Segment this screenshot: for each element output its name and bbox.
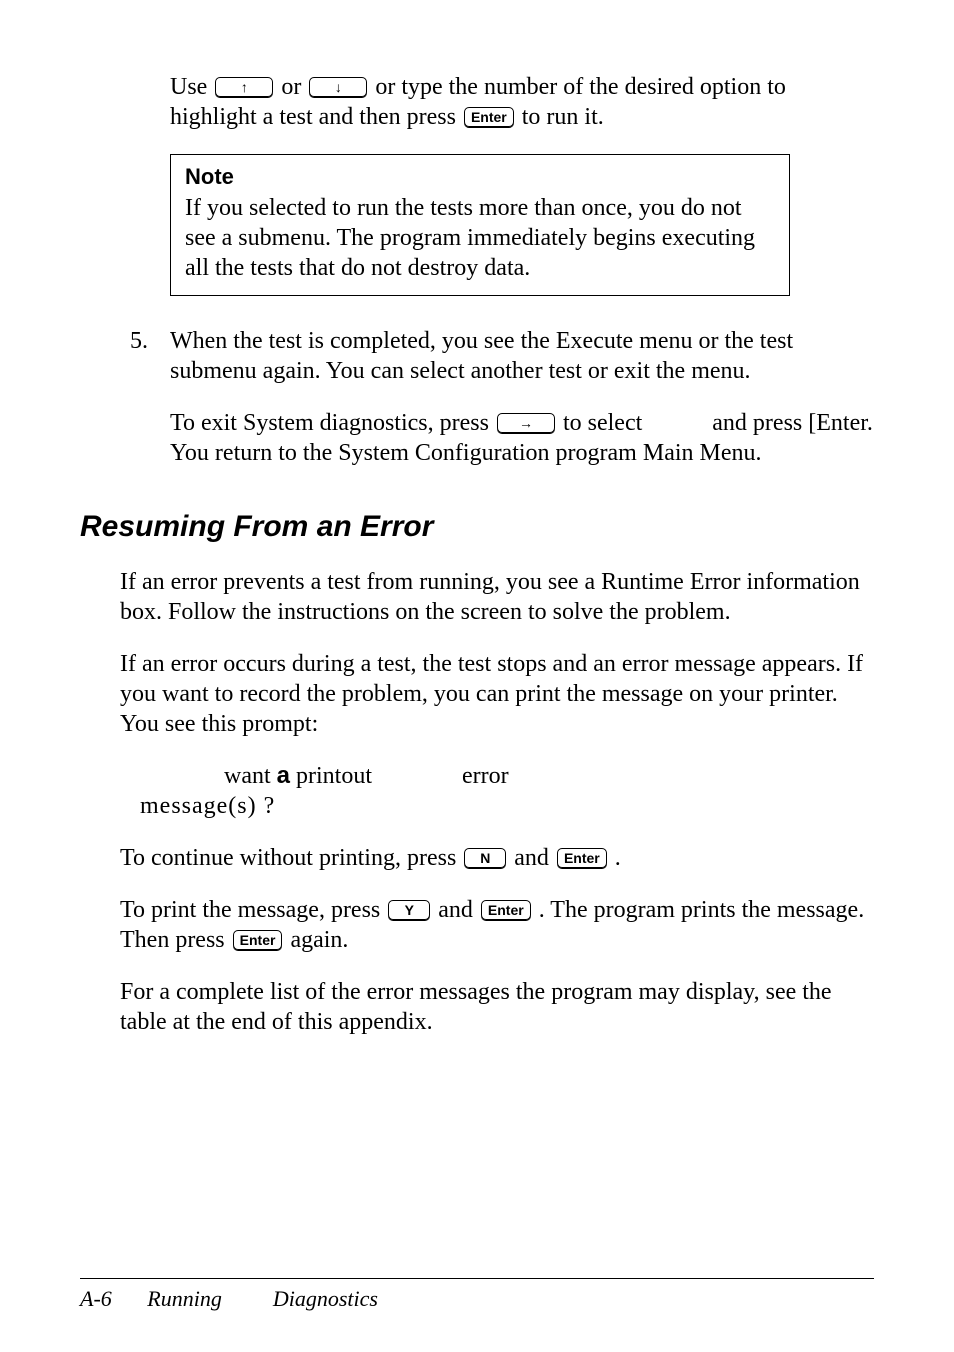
error-p4: To print the message, press Y and Enter …: [120, 895, 874, 955]
down-arrow-key-icon: ↓: [309, 77, 367, 97]
step-5: 5. When the test is completed, you see t…: [130, 326, 874, 468]
step-5-body: When the test is completed, you see the …: [170, 326, 874, 468]
step-5-p1: When the test is completed, you see the …: [170, 326, 874, 386]
page: Use ↑ or ↓ or type the number of the des…: [80, 72, 874, 1312]
p4-d: again.: [290, 927, 348, 953]
p4-b: and: [438, 897, 479, 923]
step-5-p2: To exit System diagnostics, press → to s…: [170, 408, 874, 468]
p3-a: To continue without printing, press: [120, 845, 462, 871]
p4-a: To print the message, press: [120, 897, 386, 923]
up-arrow-key-icon: ↑: [215, 77, 273, 97]
page-footer: A-6 Running Diagnostics: [80, 1278, 874, 1313]
error-prompt-line2: message(s) ?: [140, 791, 874, 821]
error-p1: If an error prevents a test from running…: [120, 567, 874, 627]
content-area: Use ↑ or ↓ or type the number of the des…: [80, 72, 874, 1238]
footer-title-a: Running: [147, 1286, 222, 1311]
intro-text-d: to run it.: [522, 104, 604, 130]
page-number: A-6: [80, 1286, 112, 1311]
y-key-icon: Y: [388, 900, 430, 920]
right-arrow-key-icon: →: [497, 413, 555, 433]
error-p2: If an error occurs during a test, the te…: [120, 649, 874, 739]
prompt-c: error: [462, 763, 509, 789]
enter-key-icon: Enter: [481, 900, 531, 920]
note-box: Note If you selected to run the tests mo…: [170, 154, 790, 296]
note-title: Note: [185, 163, 775, 191]
step-number: 5.: [130, 326, 170, 468]
enter-key-icon: Enter: [233, 930, 283, 950]
n-key-icon: N: [464, 848, 506, 868]
prompt-bold-a: a: [277, 762, 290, 789]
prompt-a: want: [224, 763, 277, 789]
step5-p2-b: to select: [563, 410, 642, 436]
note-body: If you selected to run the tests more th…: [185, 193, 775, 283]
enter-key-icon: Enter: [464, 107, 514, 127]
enter-key-icon: Enter: [557, 848, 607, 868]
footer-title-b: Diagnostics: [273, 1286, 378, 1311]
prompt-b: printout: [296, 763, 372, 789]
error-prompt: want a printout error: [140, 761, 874, 791]
p3-c: .: [615, 845, 621, 871]
error-p5: For a complete list of the error message…: [120, 977, 874, 1037]
section-heading: Resuming From an Error: [80, 508, 874, 546]
step5-p2-a: To exit System diagnostics, press: [170, 410, 495, 436]
error-p3: To continue without printing, press N an…: [120, 843, 874, 873]
intro-text-a: Use: [170, 74, 213, 100]
intro-text-b: or: [281, 74, 307, 100]
p3-b: and: [514, 845, 555, 871]
intro-paragraph: Use ↑ or ↓ or type the number of the des…: [170, 72, 874, 132]
